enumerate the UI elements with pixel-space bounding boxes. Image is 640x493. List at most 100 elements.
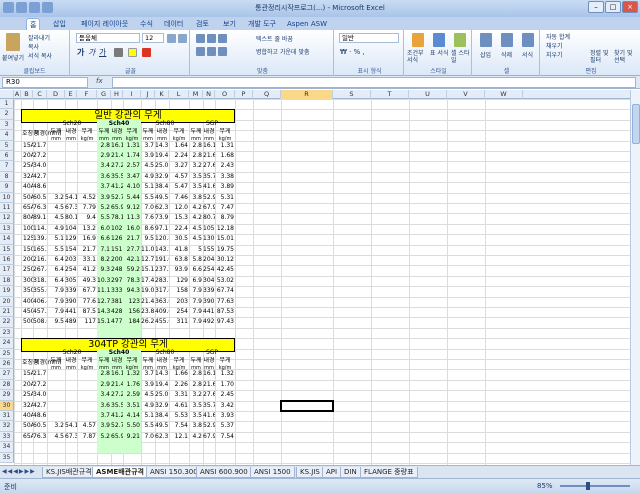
row-header[interactable]: 20 (0, 296, 14, 307)
data-cell[interactable]: 16.0 (123, 225, 141, 233)
nominal-size-cell[interactable]: 25A (21, 162, 33, 170)
row-header[interactable]: 31 (0, 411, 14, 422)
data-cell[interactable]: 77.63 (215, 298, 235, 306)
sheet-tab[interactable]: ANSI 150.300 (146, 467, 202, 478)
data-cell[interactable]: 26.2 (141, 318, 155, 326)
data-cell[interactable]: 13.2 (77, 225, 97, 233)
data-cell[interactable]: 254.2 (203, 266, 215, 274)
data-cell[interactable]: 7.9 (189, 298, 203, 306)
data-cell[interactable]: 62.3 (155, 204, 169, 212)
data-cell[interactable]: 42.45 (215, 266, 235, 274)
data-cell[interactable]: 5.1 (141, 412, 155, 420)
data-cell[interactable]: 3.9 (97, 422, 111, 430)
column-header[interactable]: O (215, 90, 235, 99)
row-header[interactable]: 22 (0, 317, 14, 328)
data-cell[interactable]: 151.0 (111, 246, 123, 254)
tab-5[interactable]: 검토 (193, 18, 212, 30)
data-cell[interactable]: 4.9 (141, 402, 155, 410)
data-cell[interactable]: 5.1 (141, 183, 155, 191)
column-header[interactable]: N (203, 90, 215, 99)
clear-button[interactable]: 지우기 (546, 50, 563, 59)
row-header[interactable]: 17 (0, 265, 14, 276)
data-cell[interactable]: 455.6 (155, 318, 169, 326)
data-cell[interactable]: 60.5 (33, 422, 47, 430)
data-cell[interactable]: 317.6 (155, 287, 169, 295)
data-cell[interactable]: 25.0 (155, 391, 169, 399)
fx-icon[interactable]: fx (96, 77, 103, 85)
data-cell[interactable]: 3.5 (189, 173, 203, 181)
data-cell[interactable]: 3.9 (141, 381, 155, 389)
cut-button[interactable]: 잘라내기 (28, 33, 50, 42)
data-cell[interactable]: 21.7 (77, 246, 97, 254)
row-header[interactable]: 28 (0, 379, 14, 391)
data-cell[interactable]: 4.52 (77, 194, 97, 202)
data-cell[interactable]: 67.9 (203, 433, 215, 441)
bold-button[interactable]: 가 (77, 47, 84, 58)
row-header[interactable]: 5 (0, 140, 14, 151)
data-cell[interactable]: 21.7 (123, 235, 141, 243)
column-header[interactable]: R (281, 90, 333, 99)
data-cell[interactable]: 15.3 (169, 214, 189, 222)
data-cell[interactable]: 60.5 (33, 194, 47, 202)
data-cell[interactable]: 9.21 (123, 433, 141, 441)
row-header[interactable]: 3 (0, 119, 14, 131)
nominal-size-cell[interactable]: 450A (21, 308, 33, 316)
sheet-nav-arrows-icon[interactable]: ◀◀◀▶▶▶ (2, 468, 36, 475)
align-left-icon[interactable] (196, 47, 205, 56)
column-header[interactable]: I (123, 90, 141, 99)
data-cell[interactable]: 477.8 (111, 318, 123, 326)
data-cell[interactable]: 2.8 (97, 142, 111, 150)
data-cell[interactable]: 42.7 (33, 402, 47, 410)
column-header[interactable]: D (47, 90, 65, 99)
data-cell[interactable]: 3.51 (123, 402, 141, 410)
data-cell[interactable]: 30.12 (215, 256, 235, 264)
data-cell[interactable]: 67.74 (215, 287, 235, 295)
vertical-scrollbar[interactable] (630, 90, 640, 465)
tab-8[interactable]: Aspen ASW (284, 18, 330, 30)
data-cell[interactable]: 5.47 (169, 183, 189, 191)
data-cell[interactable]: 6.0 (97, 225, 111, 233)
data-cell[interactable]: 80.1 (65, 214, 77, 222)
column-header[interactable]: C (33, 90, 47, 99)
data-cell[interactable]: 48.6 (33, 412, 47, 420)
data-cell[interactable]: 126.6 (111, 235, 123, 243)
data-cell[interactable]: 27.2 (33, 381, 47, 389)
data-cell[interactable]: 5 (189, 246, 203, 254)
nominal-size-cell[interactable]: 32A (21, 173, 33, 181)
data-cell[interactable]: 5.31 (215, 194, 235, 202)
data-cell[interactable]: 30.5 (169, 235, 189, 243)
data-cell[interactable]: 237.2 (155, 266, 169, 274)
data-cell[interactable]: 62.3 (155, 433, 169, 441)
row-header[interactable]: 8 (0, 171, 14, 183)
nominal-size-cell[interactable]: 150A (21, 246, 33, 254)
data-cell[interactable]: 3.2 (47, 194, 65, 202)
data-cell[interactable]: 5.53 (169, 412, 189, 420)
data-cell[interactable]: 381.0 (111, 298, 123, 306)
data-cell[interactable]: 154.2 (65, 246, 77, 254)
row-header[interactable]: 23 (0, 327, 14, 339)
data-cell[interactable]: 216.3 (33, 256, 47, 264)
underline-button[interactable]: 가 (99, 47, 106, 58)
data-cell[interactable]: 1.32 (123, 370, 141, 378)
data-cell[interactable]: 3.38 (215, 173, 235, 181)
data-cell[interactable]: 21.4 (141, 298, 155, 306)
data-cell[interactable]: 165.2 (33, 246, 47, 254)
data-cell[interactable]: 143.2 (155, 246, 169, 254)
data-cell[interactable]: 2.8 (189, 142, 203, 150)
data-cell[interactable]: 3.5 (189, 183, 203, 191)
paste-button[interactable]: 붙여넣기 (2, 53, 24, 62)
data-cell[interactable]: 139.8 (33, 235, 47, 243)
data-cell[interactable]: 7.54 (215, 433, 235, 441)
selected-cell[interactable] (280, 399, 334, 412)
data-cell[interactable]: 318.5 (33, 277, 47, 285)
fill-button[interactable]: 채우기 (546, 41, 563, 50)
data-cell[interactable]: 8.6 (141, 225, 155, 233)
data-cell[interactable]: 441.4 (65, 308, 77, 316)
data-cell[interactable]: 21.4 (111, 381, 123, 389)
data-cell[interactable]: 339.8 (203, 287, 215, 295)
data-cell[interactable]: 3.2 (189, 162, 203, 170)
data-cell[interactable]: 12.0 (169, 204, 189, 212)
data-cell[interactable]: 6.6 (97, 235, 111, 243)
data-cell[interactable]: 49.5 (155, 422, 169, 430)
data-cell[interactable]: 3.47 (123, 173, 141, 181)
